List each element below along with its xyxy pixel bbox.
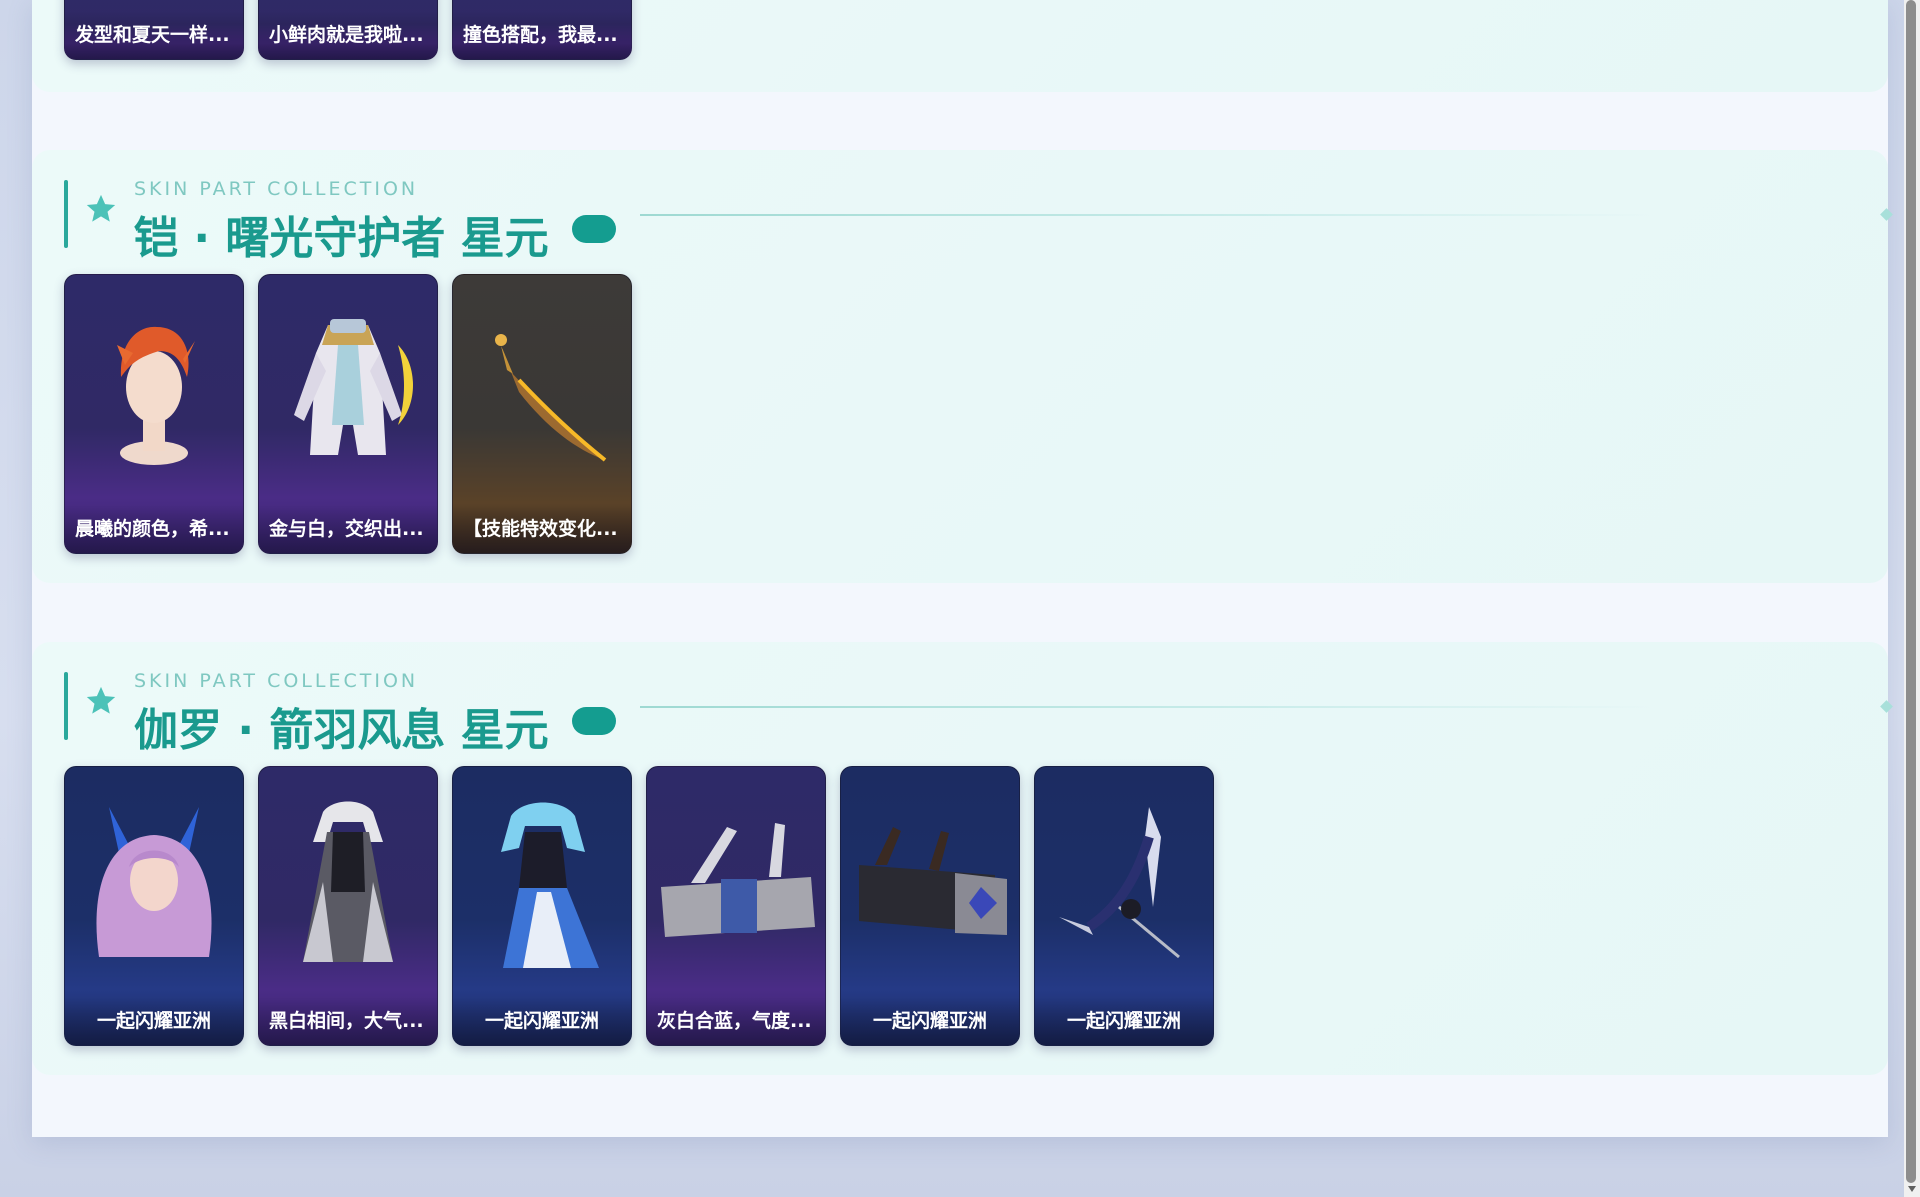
star-icon — [86, 686, 116, 714]
quiver-icon — [841, 767, 1019, 997]
skin-card[interactable]: 一起闪耀亚洲 — [1034, 766, 1214, 1046]
card-label: 一起闪耀亚洲 — [453, 997, 631, 1045]
hair-head-icon — [65, 275, 243, 505]
header-divider — [640, 214, 1650, 216]
hair-head-icon — [65, 767, 243, 997]
card-label: 一起闪耀亚洲 — [1035, 997, 1213, 1045]
skin-card[interactable]: 小鲜肉就是我啦... — [258, 0, 438, 60]
scroll-down-arrow-icon[interactable] — [1908, 1186, 1916, 1192]
armor-outfit-icon — [259, 275, 437, 505]
skin-card[interactable]: 一起闪耀亚洲 — [64, 766, 244, 1046]
header-accent-bar — [64, 180, 68, 248]
skin-card[interactable]: 晨曦的颜色，希... — [64, 274, 244, 554]
header-accent-bar — [64, 672, 68, 740]
section-previous: 发型和夏天一样... 小鲜肉就是我啦... 撞色搭配，我最... — [32, 0, 1888, 92]
title-pill-badge — [572, 215, 616, 243]
diamond-icon — [1880, 700, 1893, 713]
title-pill-badge — [572, 707, 616, 735]
skin-card[interactable]: 【技能特效变化... — [452, 274, 632, 554]
skin-card[interactable]: 黑白相间，大气... — [258, 766, 438, 1046]
blade-weapon-icon — [453, 275, 631, 505]
section-header: SKIN PART COLLECTION 铠 · 曙光守护者 星元 — [64, 178, 1893, 264]
skin-card[interactable]: 灰白合蓝，气度... — [646, 766, 826, 1046]
card-label: 撞色搭配，我最... — [453, 11, 631, 59]
bow-weapon-icon — [1035, 767, 1213, 997]
skin-card[interactable]: 一起闪耀亚洲 — [452, 766, 632, 1046]
star-icon — [86, 194, 116, 222]
section-header: SKIN PART COLLECTION 伽罗 · 箭羽风息 星元 — [64, 670, 1893, 756]
page-container: 发型和夏天一样... 小鲜肉就是我啦... 撞色搭配，我最... SKIN PA… — [32, 0, 1893, 1137]
card-label: 一起闪耀亚洲 — [841, 997, 1019, 1045]
skin-section-kai: SKIN PART COLLECTION 铠 · 曙光守护者 星元 晨曦的颜色，… — [32, 150, 1893, 583]
section-eyebrow: SKIN PART COLLECTION — [134, 670, 419, 692]
skin-card[interactable]: 一起闪耀亚洲 — [840, 766, 1020, 1046]
card-label: 金与白，交织出... — [259, 505, 437, 553]
card-label: 一起闪耀亚洲 — [65, 997, 243, 1045]
card-label: 【技能特效变化... — [453, 505, 631, 553]
card-label: 发型和夏天一样... — [65, 11, 243, 59]
card-label: 晨曦的颜色，希... — [65, 505, 243, 553]
skin-card[interactable]: 撞色搭配，我最... — [452, 0, 632, 60]
section-title: 伽罗 · 箭羽风息 星元 — [134, 705, 549, 756]
card-label: 灰白合蓝，气度... — [647, 997, 825, 1045]
diamond-icon — [1880, 208, 1893, 221]
outfit-icon — [453, 767, 631, 997]
outfit-icon — [259, 767, 437, 997]
skin-section-jialuo: SKIN PART COLLECTION 伽罗 · 箭羽风息 星元 一起闪耀亚洲 — [32, 642, 1893, 1075]
section-title: 铠 · 曙光守护者 星元 — [134, 213, 549, 264]
quiver-icon — [647, 767, 825, 997]
card-label: 小鲜肉就是我啦... — [259, 11, 437, 59]
skin-card[interactable]: 发型和夏天一样... — [64, 0, 244, 60]
section-eyebrow: SKIN PART COLLECTION — [134, 178, 419, 200]
skin-card[interactable]: 金与白，交织出... — [258, 274, 438, 554]
scrollbar-thumb[interactable] — [1906, 0, 1916, 1183]
card-label: 黑白相间，大气... — [259, 997, 437, 1045]
header-divider — [640, 706, 1650, 708]
